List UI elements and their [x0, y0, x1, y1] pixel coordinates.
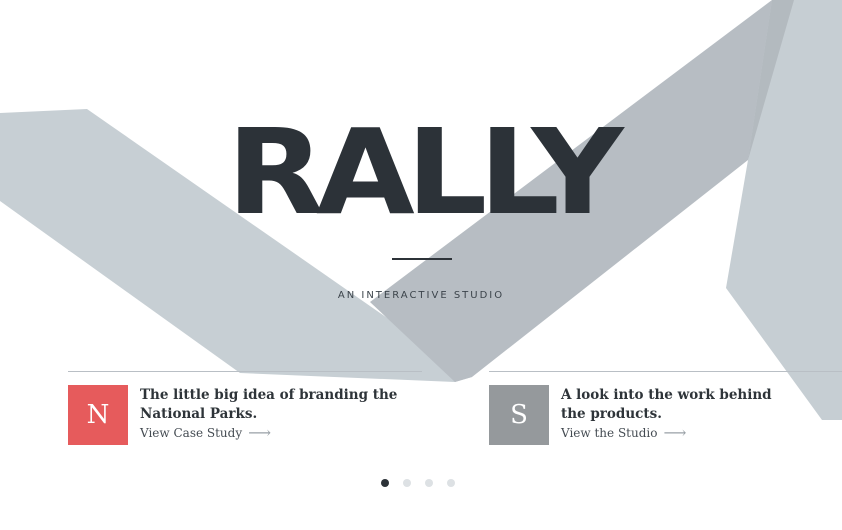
- link-label: View Case Study: [140, 426, 243, 440]
- title-underline: [392, 258, 452, 260]
- view-case-study-link[interactable]: View Case Study ⟶: [140, 423, 272, 442]
- background-polygons: [0, 0, 842, 420]
- brand-block: RALLY: [0, 112, 842, 232]
- arrow-right-icon: ⟶: [248, 423, 272, 442]
- pagination-dot-4[interactable]: [447, 479, 455, 487]
- pagination-dot-1[interactable]: [381, 479, 389, 487]
- pagination-dot-3[interactable]: [425, 479, 433, 487]
- link-label: View the Studio: [561, 426, 658, 440]
- view-the-studio-link[interactable]: View the Studio ⟶: [561, 423, 687, 442]
- hero: RALLY AN INTERACTIVE STUDIO N The little…: [0, 0, 842, 530]
- logo-wordmark: RALLY: [226, 103, 624, 241]
- card-title[interactable]: The little big idea of branding the Nati…: [140, 386, 400, 424]
- card-divider-right: [489, 371, 842, 372]
- pagination-dot-2[interactable]: [403, 479, 411, 487]
- carousel-pagination: [381, 479, 455, 487]
- card-badge-n: N: [68, 385, 128, 445]
- card-badge-s: S: [489, 385, 549, 445]
- card-title[interactable]: A look into the work behind the products…: [561, 386, 791, 424]
- arrow-right-icon: ⟶: [663, 423, 687, 442]
- card-divider-left: [68, 371, 422, 372]
- tagline: AN INTERACTIVE STUDIO: [337, 290, 505, 301]
